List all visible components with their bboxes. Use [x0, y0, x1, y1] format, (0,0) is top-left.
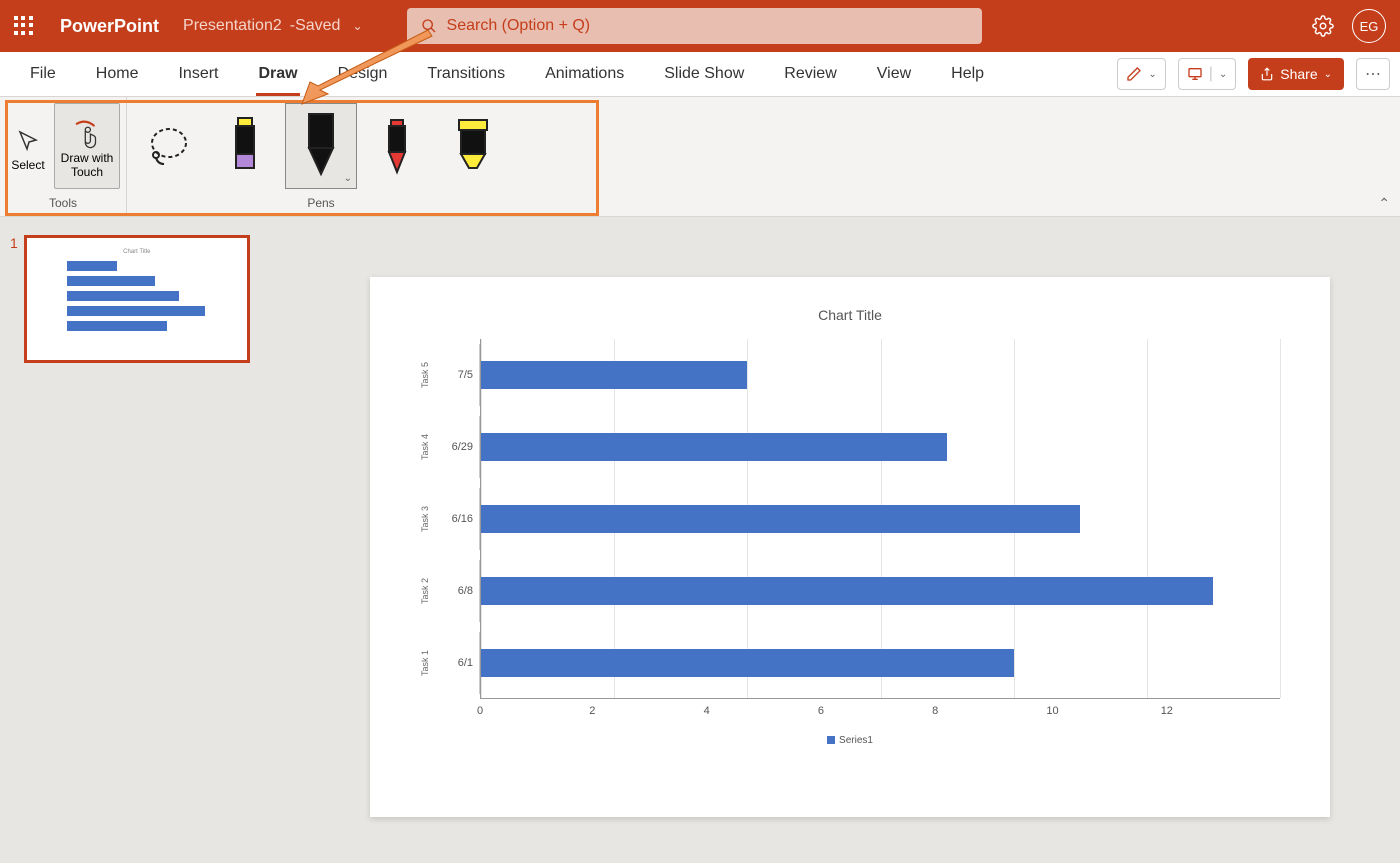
slide-thumbnail-panel: 1 Chart Title — [0, 217, 300, 863]
editing-mode-button[interactable]: ⌄ — [1117, 58, 1165, 90]
pen-black-button[interactable]: ⌄ — [285, 103, 357, 189]
chart-bar — [481, 433, 947, 461]
tab-home[interactable]: Home — [76, 52, 159, 96]
more-options-button[interactable]: ⋯ — [1356, 58, 1390, 90]
select-label: Select — [11, 158, 44, 172]
thumbnail-chart-preview: Chart Title — [47, 249, 227, 349]
slide-canvas-area[interactable]: Chart Title Task 57/5 Task 46/29 Task 36… — [300, 217, 1400, 863]
slide-thumbnail[interactable]: 1 Chart Title — [10, 235, 290, 363]
highlighter-yellow-button[interactable] — [437, 103, 509, 189]
ellipsis-icon: ⋯ — [1365, 64, 1381, 84]
search-input[interactable]: Search (Option + Q) — [407, 8, 982, 44]
chart-plot-area — [480, 339, 1280, 699]
chevron-down-icon: ⌄ — [344, 173, 352, 184]
gear-icon[interactable] — [1312, 15, 1334, 37]
chevron-down-icon: ⌄ — [1148, 69, 1156, 80]
draw-with-touch-button[interactable]: Draw with Touch — [54, 103, 120, 189]
highlighter-icon — [451, 116, 495, 176]
pen-icon — [228, 116, 262, 176]
ytick-task3: Task 3 — [420, 506, 436, 532]
pen-purple-button[interactable] — [209, 103, 281, 189]
tools-group-label: Tools — [49, 196, 77, 214]
share-button[interactable]: Share ⌄ — [1248, 58, 1344, 90]
chart[interactable]: Chart Title Task 57/5 Task 46/29 Task 36… — [420, 307, 1280, 787]
chart-bar — [481, 649, 1014, 677]
lasso-icon — [144, 121, 194, 171]
draw-touch-label: Draw with Touch — [55, 151, 119, 180]
title-chevron-down-icon[interactable]: ⌄ — [352, 19, 362, 33]
ribbon-group-pens: ⌄ Pens — [127, 97, 515, 216]
ytick-task1: Task 1 — [420, 650, 436, 676]
pen-red-button[interactable] — [361, 103, 433, 189]
share-icon — [1260, 67, 1274, 81]
ytick-date-1: 6/29 — [436, 416, 480, 478]
xtick: 10 — [1046, 705, 1160, 717]
chart-legend: Series1 — [420, 735, 1280, 746]
chart-bar — [481, 505, 1080, 533]
ytick-date-0: 7/5 — [436, 344, 480, 406]
ytick-task5: Task 5 — [420, 362, 436, 388]
chart-x-axis: 024681012 — [480, 699, 1280, 717]
touch-draw-icon — [70, 117, 104, 151]
present-icon — [1187, 66, 1203, 82]
lasso-select-button[interactable] — [133, 103, 205, 189]
select-tool-button[interactable]: Select — [6, 103, 50, 189]
legend-swatch-icon — [827, 736, 835, 744]
pens-group-label: Pens — [307, 196, 334, 214]
tab-help[interactable]: Help — [931, 52, 1004, 96]
tab-transitions[interactable]: Transitions — [407, 52, 525, 96]
share-label: Share — [1280, 66, 1317, 82]
ytick-task2: Task 2 — [420, 578, 436, 604]
slide[interactable]: Chart Title Task 57/5 Task 46/29 Task 36… — [370, 277, 1330, 817]
present-button[interactable]: | ⌄ — [1178, 58, 1237, 90]
chart-bar — [481, 577, 1213, 605]
xtick: 0 — [477, 705, 591, 717]
search-placeholder: Search (Option + Q) — [447, 17, 591, 35]
xtick: 4 — [704, 705, 818, 717]
xtick: 6 — [818, 705, 932, 717]
pen-tip-icon — [299, 110, 343, 182]
legend-label: Series1 — [839, 735, 873, 746]
app-launcher-icon[interactable] — [14, 16, 34, 36]
ribbon-group-tools: Select Draw with Touch Tools — [0, 97, 127, 216]
xtick: 12 — [1161, 705, 1275, 717]
ribbon: Select Draw with Touch Tools ⌄ — [0, 97, 1400, 217]
xtick: 8 — [932, 705, 1046, 717]
chart-y-axis: Task 57/5 Task 46/29 Task 36/16 Task 26/… — [420, 339, 480, 699]
ribbon-tabs: File Home Insert Draw Design Transitions… — [0, 52, 1400, 97]
save-status: Saved — [295, 17, 340, 35]
tab-draw[interactable]: Draw — [238, 52, 317, 96]
tab-animations[interactable]: Animations — [525, 52, 644, 96]
avatar[interactable]: EG — [1352, 9, 1386, 43]
avatar-initials: EG — [1360, 19, 1379, 34]
xtick: 2 — [589, 705, 703, 717]
tab-review[interactable]: Review — [764, 52, 856, 96]
pencil-icon — [1126, 66, 1142, 82]
chevron-down-icon: ⌄ — [1324, 69, 1332, 80]
tab-slideshow[interactable]: Slide Show — [644, 52, 764, 96]
app-name: PowerPoint — [60, 16, 159, 37]
ytick-task4: Task 4 — [420, 434, 436, 460]
ytick-date-4: 6/1 — [436, 632, 480, 694]
pen-tip-icon — [380, 116, 414, 176]
slide-number: 1 — [10, 235, 18, 251]
workspace: 1 Chart Title Chart Title — [0, 217, 1400, 863]
titlebar: PowerPoint Presentation2 - Saved ⌄ Searc… — [0, 0, 1400, 52]
collapse-ribbon-icon[interactable]: ⌃ — [1378, 195, 1390, 212]
chart-title: Chart Title — [420, 307, 1280, 323]
ytick-date-2: 6/16 — [436, 488, 480, 550]
chevron-down-icon: ⌄ — [1219, 69, 1227, 80]
tab-view[interactable]: View — [857, 52, 931, 96]
cursor-icon — [16, 124, 40, 158]
tab-insert[interactable]: Insert — [158, 52, 238, 96]
tab-design[interactable]: Design — [318, 52, 408, 96]
tab-file[interactable]: File — [10, 52, 76, 96]
search-icon — [421, 18, 437, 34]
chart-bar — [481, 361, 747, 389]
document-name[interactable]: Presentation2 — [183, 17, 282, 35]
ytick-date-3: 6/8 — [436, 560, 480, 622]
